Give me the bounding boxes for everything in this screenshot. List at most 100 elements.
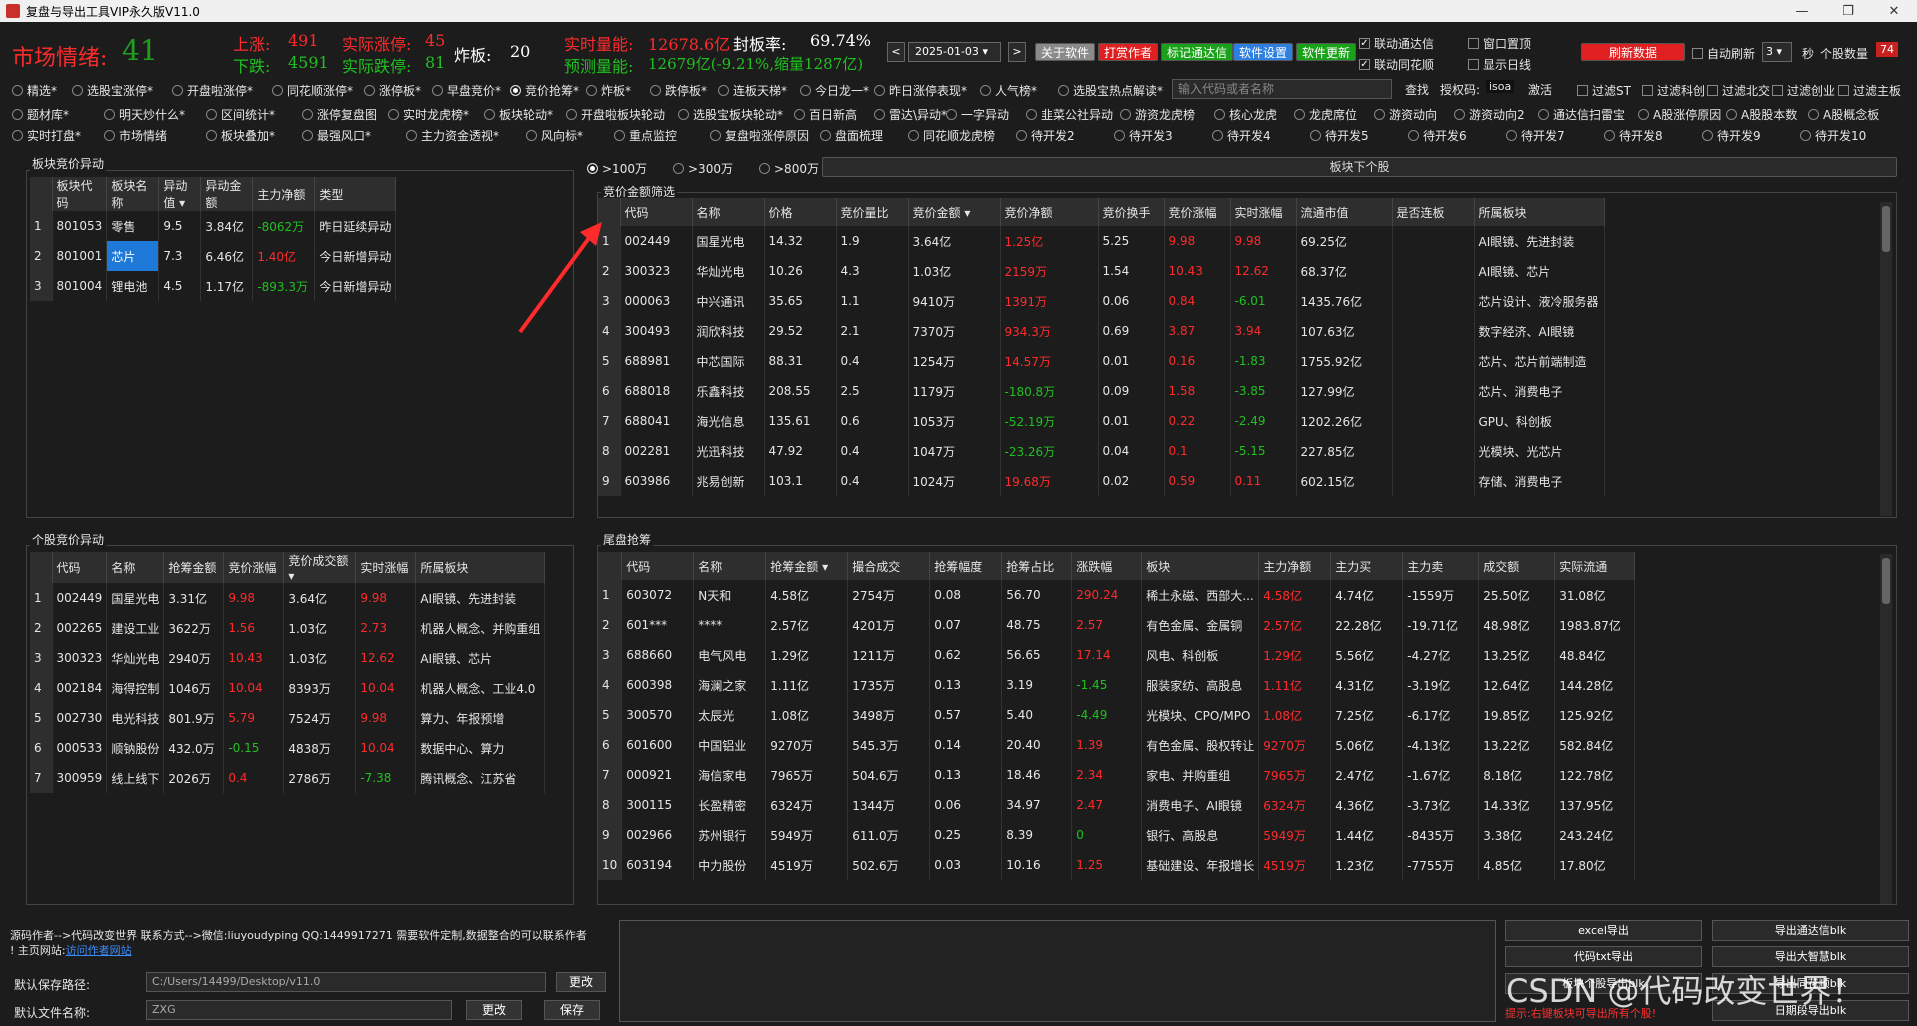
filter-option[interactable]: 开盘啦板块轮动 (566, 106, 665, 123)
filter-option[interactable]: A股股本数 (1726, 106, 1797, 123)
export-txt-button[interactable]: 代码txt导出 (1505, 946, 1702, 967)
export-tdx-blk-button[interactable]: 导出通达信blk (1712, 920, 1909, 941)
column-header[interactable]: 异动金额 (200, 177, 254, 211)
table-row[interactable]: 3 801004 锂电池 4.5 1.17亿 -893.3万 今日新增异动 (30, 271, 397, 301)
column-header[interactable]: 涨跌幅 (1071, 552, 1143, 580)
table-row[interactable]: 6 688018 乐鑫科技 208.55 2.5 1179万 -180.8万 0.09 1.58… (598, 376, 1605, 406)
link-tdx-checkbox[interactable]: ✓ 联动通达信 (1359, 35, 1434, 52)
table-row[interactable]: 9 002966 苏州银行 5949万 611.0万 0.25 8.39 0 银行、高股息 594… (598, 820, 1636, 850)
export-dzh-button[interactable]: 导出大智慧blk (1712, 946, 1909, 967)
column-header[interactable]: 名称 (106, 552, 165, 583)
column-header[interactable]: 竞价涨幅 (1164, 198, 1231, 226)
filter-checkbox[interactable]: 过滤北交 (1707, 82, 1770, 99)
column-header[interactable]: 竞价净额 (1000, 198, 1099, 226)
filter-option[interactable]: 游资动向2 (1454, 106, 1525, 123)
save-button[interactable]: 保存 (544, 1000, 600, 1020)
link-ths-checkbox[interactable]: ✓ 联动同花顺 (1359, 56, 1434, 73)
column-header[interactable]: 代码 (620, 198, 693, 226)
maximize-button[interactable]: ❐ (1825, 4, 1871, 19)
filter-option[interactable]: 百日新高 (794, 106, 857, 123)
filter-option[interactable]: 明天炒什么* (104, 106, 185, 123)
column-header[interactable]: 主力卖 (1402, 552, 1480, 580)
amount-option[interactable]: >800万 (759, 160, 819, 177)
table-row[interactable]: 1 603072 N天和 4.58亿 2754万 0.08 56.70 290.24 稀土永磁、… (598, 580, 1636, 610)
save-path-input[interactable]: C:/Users/14499/Desktop/v11.0 (146, 972, 546, 992)
table-row[interactable]: 1 002449 国星光电 14.32 1.9 3.64亿 1.25亿 5.25 9.98 9.9… (598, 226, 1605, 256)
filter-option[interactable]: 待开发7 (1506, 127, 1565, 144)
filter-option[interactable]: 盘面梳理 (820, 127, 883, 144)
table-row[interactable]: 3 688660 电气风电 1.29亿 1211万 0.62 56.65 17.14 风电、科创… (598, 640, 1636, 670)
table-row[interactable]: 9 603986 兆易创新 103.1 0.4 1024万 19.68万 0.02 0.59 0.… (598, 466, 1605, 496)
column-header[interactable]: 竞价金额 ▾ (908, 198, 1001, 226)
column-header[interactable]: 主力净额 (252, 177, 316, 211)
filter-checkbox[interactable]: 过滤ST (1577, 82, 1631, 99)
auth-code-input[interactable]: isoa (1486, 80, 1515, 93)
show-kline-checkbox[interactable]: 显示日线 (1468, 56, 1531, 73)
filter-option[interactable]: 待开发8 (1604, 127, 1663, 144)
table-row[interactable]: 3 000063 中兴通讯 35.65 1.1 9410万 1391万 0.06 0.84 -6.… (598, 286, 1605, 316)
filter-option[interactable]: 待开发2 (1016, 127, 1075, 144)
refresh-interval-select[interactable]: 3 ▾ (1762, 42, 1792, 62)
filter-option[interactable]: 人气榜* (980, 82, 1037, 99)
filter-option[interactable]: 待开发10 (1800, 127, 1866, 144)
filter-option[interactable]: 游资动向 (1374, 106, 1437, 123)
column-header[interactable]: 价格 (764, 198, 837, 226)
column-header[interactable]: 名称 (692, 198, 765, 226)
column-header[interactable]: 主力净额 (1258, 552, 1332, 580)
table-row[interactable]: 6 601600 中国铝业 9270万 545.3万 0.14 20.40 1.39 有色金属、… (598, 730, 1636, 760)
filter-option[interactable]: 风向标* (526, 127, 583, 144)
filter-option[interactable]: 待开发3 (1114, 127, 1173, 144)
auto-refresh-checkbox[interactable]: 自动刷新 (1692, 45, 1755, 62)
table-row[interactable]: 4 002184 海得控制 1046万 10.04 8393万 10.04 机器人概念、工业4… (30, 673, 546, 703)
column-header[interactable]: 名称 (693, 552, 767, 580)
filter-option[interactable]: 板块轮动* (484, 106, 553, 123)
amount-option[interactable]: >100万 (587, 160, 647, 177)
column-header[interactable]: 实时涨幅 (355, 552, 417, 583)
table-row[interactable]: 7 000921 海信家电 7965万 504.6万 0.13 18.46 2.34 家电、并购… (598, 760, 1636, 790)
column-header[interactable]: 异动值 ▾ (158, 177, 202, 211)
filter-option[interactable]: 昨日涨停表现* (874, 82, 967, 99)
filter-option[interactable]: 待开发9 (1702, 127, 1761, 144)
amount-option[interactable]: >300万 (673, 160, 733, 177)
filter-option[interactable]: 板块叠加* (206, 127, 275, 144)
refresh-button[interactable]: 刷新数据 (1581, 43, 1685, 61)
filter-option[interactable]: 竞价抢筹* (510, 82, 579, 99)
change-name-button[interactable]: 更改 (466, 1000, 522, 1020)
filter-option[interactable]: 炸板* (586, 82, 631, 99)
table-row[interactable]: 7 300959 线上线下 2026万 0.4 2786万 -7.38 腾讯概念、江苏省 (30, 763, 546, 793)
update-button[interactable]: 软件更新 (1296, 43, 1357, 61)
column-header[interactable]: 是否连板 (1392, 198, 1475, 226)
filter-option[interactable]: 主力资金透视* (406, 127, 499, 144)
filter-option[interactable]: 精选* (12, 82, 57, 99)
tail-scrollbar[interactable] (1880, 554, 1892, 904)
table-row[interactable]: 4 600398 海澜之家 1.11亿 1735万 0.13 3.19 -1.45 服装家纺、高… (598, 670, 1636, 700)
column-header[interactable]: 所属板块 (1474, 198, 1605, 226)
column-header[interactable]: 实际流通 (1554, 552, 1636, 580)
next-sector-stock-button[interactable]: 板块下个股 (822, 157, 1897, 177)
table-row[interactable]: 5 688981 中芯国际 88.31 0.4 1254万 14.57万 0.01 0.16 -1… (598, 346, 1605, 376)
search-button[interactable]: 查找 (1405, 81, 1429, 98)
filter-option[interactable]: 待开发4 (1212, 127, 1271, 144)
column-header[interactable]: 流通市值 (1296, 198, 1393, 226)
table-row[interactable]: 5 002730 电光科技 801.9万 5.79 7524万 9.98 算力、年报预增 (30, 703, 546, 733)
filter-option[interactable]: 区间统计* (206, 106, 275, 123)
filter-option[interactable]: 韭菜公社异动 (1026, 106, 1113, 123)
column-header[interactable]: 撮合成交 (847, 552, 931, 580)
filter-option[interactable]: 一字异动 (946, 106, 1009, 123)
table-row[interactable]: 8 002281 光迅科技 47.92 0.4 1047万 -23.26万 0.04 0.1 -5… (598, 436, 1605, 466)
change-path-button[interactable]: 更改 (556, 972, 606, 992)
about-button[interactable]: 关于软件 (1035, 43, 1096, 61)
filter-option[interactable]: A股概念板 (1808, 106, 1879, 123)
table-row[interactable]: 3 300323 华灿光电 2940万 10.43 1.03亿 12.62 AI眼镜、芯片 (30, 643, 546, 673)
column-header[interactable]: 竞价换手 (1098, 198, 1165, 226)
column-header[interactable]: 板块名称 (106, 177, 160, 211)
filter-option[interactable]: 同花顺龙虎榜 (908, 127, 995, 144)
next-date-button[interactable]: > (1008, 42, 1026, 62)
column-header[interactable]: 竞价涨幅 (223, 552, 285, 583)
filter-option[interactable]: 涨停板* (364, 82, 421, 99)
activate-button[interactable]: 激活 (1528, 81, 1552, 98)
filter-checkbox[interactable]: 过滤创业 (1772, 82, 1835, 99)
filter-option[interactable]: 市场情绪 (104, 127, 167, 144)
table-row[interactable]: 1 002449 国星光电 3.31亿 9.98 3.64亿 9.98 AI眼镜、先进封装 (30, 583, 546, 613)
column-header[interactable]: 所属板块 (415, 552, 546, 583)
